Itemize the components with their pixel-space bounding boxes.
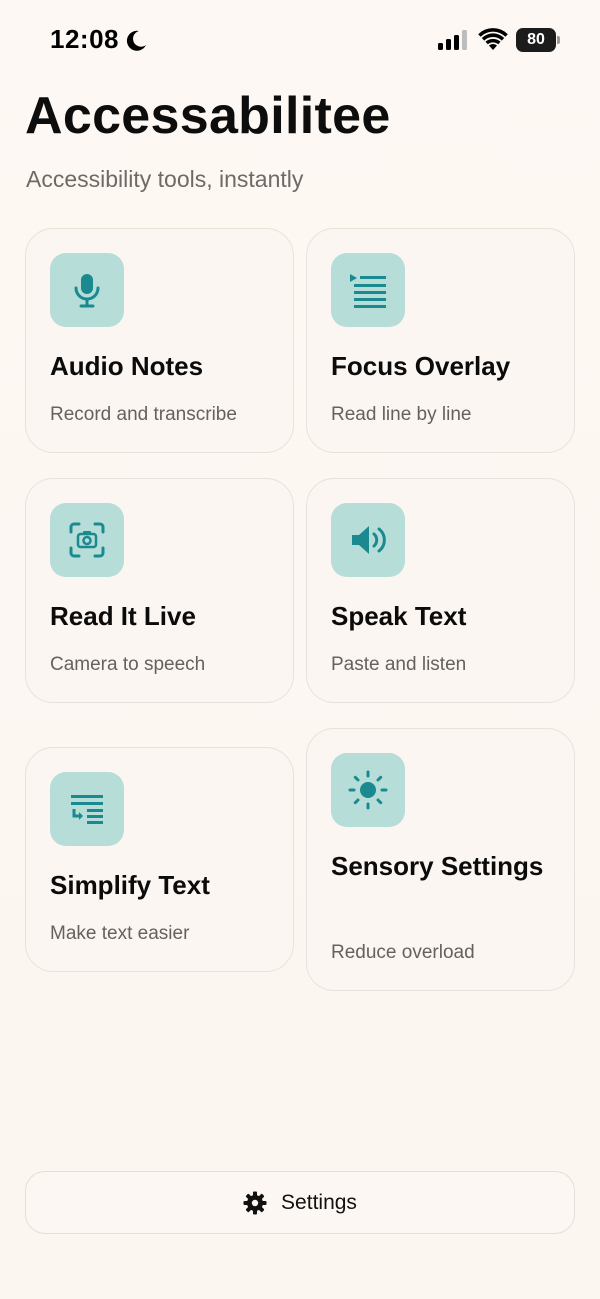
camera-scan-icon — [69, 522, 105, 558]
cellular-signal-icon — [438, 30, 467, 50]
battery-level: 80 — [516, 28, 556, 52]
card-title: Simplify Text — [50, 870, 210, 900]
icon-tile — [50, 253, 124, 327]
tool-card-focus-overlay[interactable]: Focus Overlay Read line by line — [306, 228, 575, 453]
app-subtitle: Accessibility tools, instantly — [26, 166, 304, 192]
moon-icon — [126, 30, 146, 51]
card-description: Reduce overload — [331, 942, 475, 963]
status-bar: 12:08 80 — [0, 0, 600, 80]
card-description: Make text easier — [50, 923, 190, 944]
icon-tile — [331, 503, 405, 577]
text-simplify-icon — [71, 795, 103, 824]
tool-card-read-it-live[interactable]: Read It Live Camera to speech — [25, 478, 294, 703]
icon-tile — [331, 253, 405, 327]
tool-card-audio-notes[interactable]: Audio Notes Record and transcribe — [25, 228, 294, 453]
settings-button[interactable]: Settings — [25, 1171, 575, 1234]
icon-tile — [50, 772, 124, 846]
wifi-icon — [478, 28, 508, 50]
microphone-icon — [74, 274, 100, 308]
home-screen: 12:08 80 Accessabilitee Accessibility to… — [0, 0, 600, 1299]
icon-tile — [331, 753, 405, 827]
card-title: Read It Live — [50, 601, 196, 631]
card-title: Speak Text — [331, 601, 467, 631]
card-title: Audio Notes — [50, 351, 204, 381]
gear-icon — [243, 1191, 267, 1214]
card-description: Paste and listen — [331, 654, 467, 675]
settings-label: Settings — [281, 1190, 357, 1214]
sun-icon — [348, 770, 388, 810]
battery-cap — [557, 36, 560, 44]
status-time: 12:08 — [50, 24, 119, 54]
card-description: Read line by line — [331, 404, 472, 425]
app-title: Accessabilitee — [25, 87, 391, 145]
card-description: Record and transcribe — [50, 404, 237, 425]
speaker-icon — [352, 526, 386, 554]
icon-tile — [50, 503, 124, 577]
card-title: Sensory Settings — [331, 851, 544, 881]
tool-card-speak-text[interactable]: Speak Text Paste and listen — [306, 478, 575, 703]
tool-card-sensory-settings[interactable]: Sensory Settings Reduce overload — [306, 728, 575, 991]
card-description: Camera to speech — [50, 654, 206, 675]
battery-indicator: 80 — [516, 28, 560, 52]
card-title: Focus Overlay — [331, 351, 511, 381]
tool-card-simplify-text[interactable]: Simplify Text Make text easier — [25, 747, 294, 972]
line-focus-icon — [350, 274, 386, 308]
